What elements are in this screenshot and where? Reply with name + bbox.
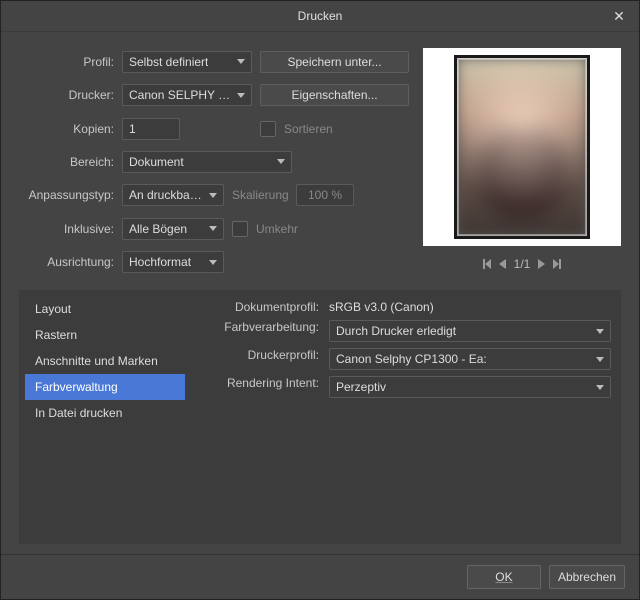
scale-input: 100 % bbox=[296, 184, 354, 206]
chevron-down-icon bbox=[277, 159, 285, 164]
color-handling-select[interactable]: Durch Drucker erledigt bbox=[329, 320, 611, 342]
print-preview: 1/1 bbox=[423, 48, 621, 276]
tab-bleed-marks[interactable]: Anschnitte und Marken bbox=[25, 348, 185, 374]
close-button[interactable]: ✕ bbox=[599, 1, 639, 31]
collate-checkbox[interactable]: Sortieren bbox=[260, 121, 409, 137]
cancel-button[interactable]: Abbrechen bbox=[549, 565, 625, 589]
dialog-title: Drucken bbox=[298, 9, 343, 23]
printer-select[interactable]: Canon SELPHY CP1300 WS bbox=[122, 84, 252, 106]
color-handling-label: Farbverarbeitung: bbox=[199, 320, 319, 342]
pager-text: 1/1 bbox=[514, 257, 531, 271]
first-page-button[interactable] bbox=[485, 259, 491, 269]
checkbox-icon bbox=[260, 121, 276, 137]
titlebar: Drucken ✕ bbox=[1, 1, 639, 32]
rendering-intent-select[interactable]: Perzeptiv bbox=[329, 376, 611, 398]
chevron-down-icon bbox=[596, 357, 604, 362]
print-dialog: Drucken ✕ Profil: Selbst definiert Speic… bbox=[0, 0, 640, 600]
checkbox-icon bbox=[232, 221, 248, 237]
preview-thumbnail bbox=[454, 55, 590, 239]
options-panel: Layout Rastern Anschnitte und Marken Far… bbox=[19, 290, 621, 544]
preview-page bbox=[423, 48, 621, 246]
range-label: Bereich: bbox=[19, 155, 114, 169]
orientation-label: Ausrichtung: bbox=[19, 255, 114, 269]
include-label: Inklusive: bbox=[19, 222, 114, 236]
include-select[interactable]: Alle Bögen bbox=[122, 218, 224, 240]
chevron-down-icon bbox=[237, 59, 245, 64]
copies-input[interactable] bbox=[122, 118, 180, 140]
chevron-down-icon bbox=[209, 260, 217, 265]
options-tabs: Layout Rastern Anschnitte und Marken Far… bbox=[25, 296, 185, 538]
printer-label: Drucker: bbox=[19, 88, 114, 102]
profile-label: Profil: bbox=[19, 55, 114, 69]
scale-label: Skalierung bbox=[232, 188, 288, 202]
chevron-down-icon bbox=[209, 226, 217, 231]
copies-label: Kopien: bbox=[19, 122, 114, 136]
reverse-checkbox[interactable]: Umkehr bbox=[232, 221, 298, 237]
chevron-down-icon bbox=[596, 329, 604, 334]
fit-label: Anpassungstyp: bbox=[19, 188, 114, 202]
prev-page-button[interactable] bbox=[499, 259, 506, 269]
chevron-down-icon bbox=[237, 93, 245, 98]
fit-type-select[interactable]: An druckbaren bbox=[122, 184, 224, 206]
preview-pager: 1/1 bbox=[423, 252, 621, 276]
next-page-button[interactable] bbox=[538, 259, 545, 269]
tab-color-management[interactable]: Farbverwaltung bbox=[25, 374, 185, 400]
chevron-down-icon bbox=[209, 193, 217, 198]
printer-profile-label: Druckerprofil: bbox=[199, 348, 319, 370]
profile-select[interactable]: Selbst definiert bbox=[122, 51, 252, 73]
tab-print-to-file[interactable]: In Datei drucken bbox=[25, 400, 185, 426]
save-profile-button[interactable]: Speichern unter... bbox=[260, 51, 409, 73]
print-settings-form: Profil: Selbst definiert Speichern unter… bbox=[19, 48, 409, 276]
ok-button[interactable]: OK bbox=[467, 565, 541, 589]
printer-profile-select[interactable]: Canon Selphy CP1300 - Ea: bbox=[329, 348, 611, 370]
tab-raster[interactable]: Rastern bbox=[25, 322, 185, 348]
chevron-down-icon bbox=[596, 385, 604, 390]
printer-properties-button[interactable]: Eigenschaften... bbox=[260, 84, 409, 106]
range-select[interactable]: Dokument bbox=[122, 151, 292, 173]
close-icon: ✕ bbox=[613, 8, 625, 24]
last-page-button[interactable] bbox=[553, 259, 559, 269]
color-management-panel: Dokumentprofil: sRGB v3.0 (Canon) Farbve… bbox=[189, 296, 615, 538]
tab-layout[interactable]: Layout bbox=[25, 296, 185, 322]
dialog-footer: OK Abbrechen bbox=[1, 554, 639, 599]
doc-profile-label: Dokumentprofil: bbox=[199, 300, 319, 314]
rendering-intent-label: Rendering Intent: bbox=[199, 376, 319, 398]
orientation-select[interactable]: Hochformat bbox=[122, 251, 224, 273]
doc-profile-value: sRGB v3.0 (Canon) bbox=[329, 300, 611, 314]
